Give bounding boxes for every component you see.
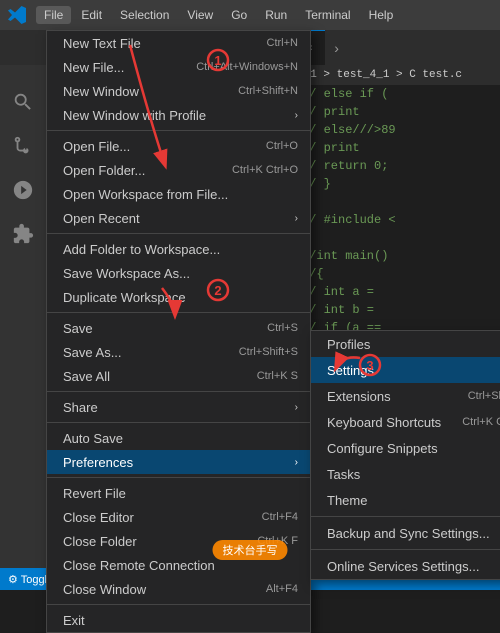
menu-sep-3 xyxy=(47,312,310,313)
submenu-sep-1 xyxy=(311,516,500,517)
preferences-submenu: Profiles › Settings Ctrl+, Extensions Ct… xyxy=(310,330,500,580)
submenu-profiles[interactable]: Profiles › xyxy=(311,331,500,357)
submenu-online-services[interactable]: Online Services Settings... xyxy=(311,553,500,579)
menu-revert-file[interactable]: Revert File xyxy=(47,481,310,505)
menu-open-folder[interactable]: Open Folder... Ctrl+K Ctrl+O xyxy=(47,158,310,182)
menu-save-all[interactable]: Save All Ctrl+K S xyxy=(47,364,310,388)
menu-sep-6 xyxy=(47,477,310,478)
menu-save[interactable]: Save Ctrl+S xyxy=(47,316,310,340)
line-content: // return 0; xyxy=(302,159,388,173)
go-menu-item[interactable]: Go xyxy=(223,6,255,24)
menu-open-file[interactable]: Open File... Ctrl+O xyxy=(47,134,310,158)
tab-scroll-btn[interactable]: › xyxy=(325,30,349,65)
line-content: // else///>89 xyxy=(302,123,396,137)
menu-open-recent[interactable]: Open Recent › xyxy=(47,206,310,230)
menu-auto-save[interactable]: Auto Save xyxy=(47,426,310,450)
submenu-tasks[interactable]: Tasks xyxy=(311,461,500,487)
menu-new-text-file[interactable]: New Text File Ctrl+N xyxy=(47,31,310,55)
submenu-configure-snippets[interactable]: Configure Snippets xyxy=(311,435,500,461)
menu-new-window-profile[interactable]: New Window with Profile › xyxy=(47,103,310,127)
submenu-theme[interactable]: Theme › xyxy=(311,487,500,513)
menu-sep-2 xyxy=(47,233,310,234)
menu-new-file[interactable]: New File... Ctrl+Alt+Windows+N xyxy=(47,55,310,79)
activity-bar xyxy=(0,30,46,590)
menu-close-window[interactable]: Close Window Alt+F4 xyxy=(47,577,310,601)
extensions-icon[interactable] xyxy=(3,214,43,254)
submenu-keyboard-shortcuts[interactable]: Keyboard Shortcuts Ctrl+K Ctrl+S xyxy=(311,409,500,435)
menu-save-as[interactable]: Save As... Ctrl+Shift+S xyxy=(47,340,310,364)
file-menu-item[interactable]: File xyxy=(36,6,71,24)
watermark: 技术台手写 xyxy=(213,540,288,560)
menu-sep-4 xyxy=(47,391,310,392)
search-icon[interactable] xyxy=(3,82,43,122)
line-content: // int a = xyxy=(302,285,374,299)
run-menu-item[interactable]: Run xyxy=(257,6,295,24)
submenu-sep-2 xyxy=(311,549,500,550)
submenu-backup-sync[interactable]: Backup and Sync Settings... xyxy=(311,520,500,546)
menu-sep-7 xyxy=(47,604,310,605)
submenu-settings[interactable]: Settings Ctrl+, xyxy=(311,357,500,383)
vscode-icon xyxy=(8,6,26,24)
line-content: // else if ( xyxy=(302,87,388,101)
terminal-menu-item[interactable]: Terminal xyxy=(297,6,358,24)
menu-save-workspace[interactable]: Save Workspace As... xyxy=(47,261,310,285)
submenu-extensions[interactable]: Extensions Ctrl+Shift+X xyxy=(311,383,500,409)
menu-sep-1 xyxy=(47,130,310,131)
selection-menu-item[interactable]: Selection xyxy=(112,6,177,24)
menu-preferences[interactable]: Preferences › xyxy=(47,450,310,474)
menu-close-editor[interactable]: Close Editor Ctrl+F4 xyxy=(47,505,310,529)
menu-new-window[interactable]: New Window Ctrl+Shift+N xyxy=(47,79,310,103)
menu-exit[interactable]: Exit xyxy=(47,608,310,632)
menu-open-workspace[interactable]: Open Workspace from File... xyxy=(47,182,310,206)
line-content: //int main() xyxy=(302,249,388,263)
title-bar: File Edit Selection View Go Run Terminal… xyxy=(0,0,500,30)
view-menu-item[interactable]: View xyxy=(179,6,221,24)
edit-menu-item[interactable]: Edit xyxy=(73,6,110,24)
menu-sep-5 xyxy=(47,422,310,423)
help-menu-item[interactable]: Help xyxy=(361,6,402,24)
source-control-icon[interactable] xyxy=(3,126,43,166)
line-content: // #include < xyxy=(302,213,396,227)
line-content: // int b = xyxy=(302,303,374,317)
menu-share[interactable]: Share › xyxy=(47,395,310,419)
menu-duplicate-workspace[interactable]: Duplicate Workspace xyxy=(47,285,310,309)
menu-bar: File Edit Selection View Go Run Terminal… xyxy=(36,6,401,24)
run-debug-icon[interactable] xyxy=(3,170,43,210)
menu-add-folder[interactable]: Add Folder to Workspace... xyxy=(47,237,310,261)
